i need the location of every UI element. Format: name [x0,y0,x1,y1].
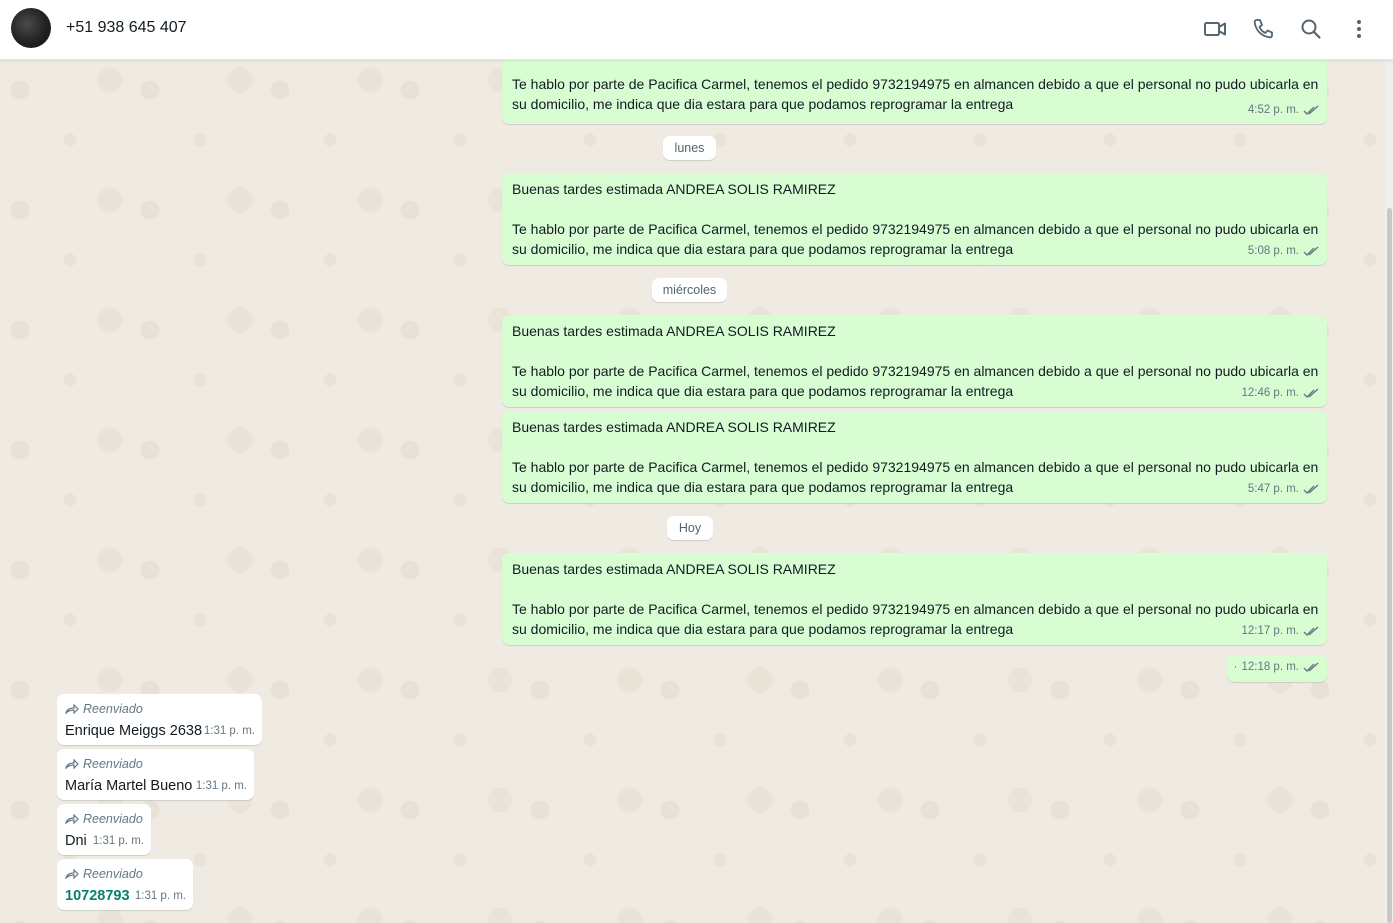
message-text: Buenas tardes estimada ANDREA SOLIS RAMI… [512,181,1319,257]
double-check-icon [1303,483,1319,494]
forward-icon [65,814,79,824]
message-time: 5:47 p. m. [1247,483,1299,495]
phone-number-link[interactable]: 10728793 [65,886,130,906]
outgoing-message[interactable]: Buenas tardes estimada ANDREA SOLIS RAMI… [502,553,1327,645]
message-meta: 4:52 p. m. [1248,100,1319,120]
date-divider: lunes [663,136,716,160]
forwarded-label: Reenviado [65,754,143,774]
forwarded-label: Reenviado [65,809,143,829]
message-text: · [1233,661,1238,673]
message-meta: 12:17 p. m. [1241,621,1319,641]
video-call-icon[interactable] [1202,16,1228,42]
forwarded-label: Reenviado [65,864,143,884]
forwarded-label: Reenviado [65,699,143,719]
date-divider: miércoles [652,278,727,302]
double-check-icon [1303,245,1319,256]
outgoing-message[interactable]: Te hablo por parte de Pacifica Carmel, t… [502,60,1327,124]
outgoing-message[interactable]: Buenas tardes estimada ANDREA SOLIS RAMI… [502,315,1327,407]
outgoing-message[interactable]: Buenas tardes estimada ANDREA SOLIS RAMI… [502,173,1327,265]
message-time: 12:17 p. m. [1241,625,1299,637]
contact-avatar[interactable] [11,8,51,48]
search-icon[interactable] [1298,16,1324,42]
message-text: Te hablo por parte de Pacifica Carmel, t… [512,76,1323,112]
message-time: 1:31 p. m. [92,835,144,847]
message-time: 1:31 p. m. [203,725,255,737]
message-meta: · 12:18 p. m. [1234,657,1319,677]
incoming-message[interactable]: Reenviado 10728793 1:31 p. m. [57,859,193,910]
message-time: 1:31 p. m. [195,780,247,792]
forward-icon [65,759,79,769]
message-meta: 5:47 p. m. [1248,479,1319,499]
double-check-icon [1303,661,1319,672]
forward-icon [65,869,79,879]
message-meta: 12:46 p. m. [1241,383,1319,403]
incoming-message[interactable]: Reenviado Dni 1:31 p. m. [57,804,151,855]
date-divider: Hoy [667,516,713,540]
voice-call-icon[interactable] [1250,16,1276,42]
contact-name[interactable]: +51 938 645 407 [66,19,187,37]
message-time: 4:52 p. m. [1247,104,1299,116]
outgoing-message[interactable]: Buenas tardes estimada ANDREA SOLIS RAMI… [502,411,1327,503]
double-check-icon [1303,104,1319,115]
chat-area[interactable]: Te hablo por parte de Pacifica Carmel, t… [0,60,1385,923]
double-check-icon [1303,625,1319,636]
double-check-icon [1303,387,1319,398]
message-time: 5:08 p. m. [1247,245,1299,257]
scrollbar-thumb[interactable] [1387,208,1392,923]
outgoing-message[interactable]: · 12:18 p. m. [1227,655,1327,682]
chat-header: +51 938 645 407 [0,0,1393,60]
incoming-message[interactable]: Reenviado Enrique Meiggs 2638 1:31 p. m. [57,694,262,745]
message-time: 1:31 p. m. [134,890,186,902]
menu-icon[interactable] [1346,16,1372,42]
message-time: 12:46 p. m. [1241,387,1299,399]
message-text: María Martel Bueno [65,778,193,794]
message-time: 12:18 p. m. [1241,661,1299,673]
message-text: Enrique Meiggs 2638 [65,723,203,739]
message-text: Buenas tardes estimada ANDREA SOLIS RAMI… [512,561,1319,637]
message-meta: 5:08 p. m. [1248,241,1319,261]
message-text: Buenas tardes estimada ANDREA SOLIS RAMI… [512,323,1319,399]
incoming-message[interactable]: Reenviado María Martel Bueno 1:31 p. m. [57,749,254,800]
message-text: Buenas tardes estimada ANDREA SOLIS RAMI… [512,419,1319,495]
message-text: Dni [65,833,87,849]
forward-icon [65,704,79,714]
